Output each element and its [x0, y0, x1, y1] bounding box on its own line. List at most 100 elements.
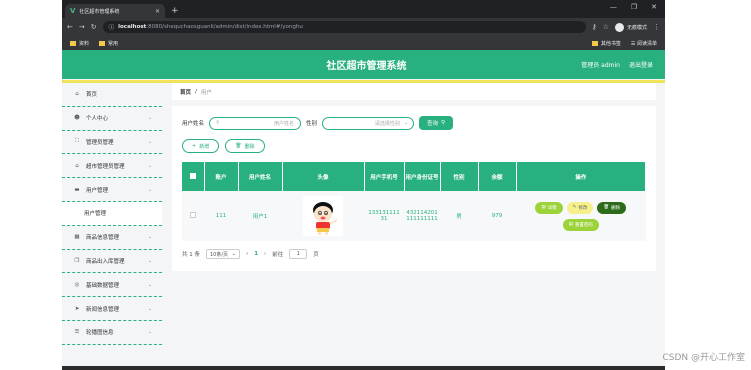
- prev-page-icon[interactable]: ‹: [246, 251, 248, 257]
- sidebar-item-label: 超市管理员管理: [86, 163, 125, 170]
- address-bar[interactable]: ⓘ localhost:8080/shequchaosguanli/admin/…: [102, 21, 586, 33]
- doc-icon: ▤: [568, 222, 573, 227]
- trash-icon: 🗑: [603, 205, 610, 210]
- app: 社区超市管理系统 管理员 admin 退出登录 ⌂ 首页 ☻ 个人中心 ⌄ ⛶ 管理员管理 ⌄…: [62, 50, 665, 366]
- bookmark-folder[interactable]: 常用: [99, 40, 118, 47]
- search-button[interactable]: 查询 ⚲: [419, 116, 454, 130]
- logout-link[interactable]: 退出登录: [629, 60, 653, 69]
- row-actions-top: ▤ 详情 ✎ 修改 🗑 删除: [535, 201, 627, 214]
- plus-icon: +: [192, 143, 197, 149]
- new-tab-icon[interactable]: +: [171, 4, 179, 18]
- star-icon[interactable]: ☆: [603, 23, 609, 31]
- name-filter-label: 用户姓名: [182, 121, 205, 127]
- search-icon: ⚲: [441, 120, 446, 126]
- sidebar-item[interactable]: ➤ 新闻信息管理 ⌄: [62, 297, 162, 321]
- doc-icon: ▤: [541, 205, 546, 210]
- select-all-checkbox[interactable]: [189, 172, 196, 179]
- cell-actions: ▤ 详情 ✎ 修改 🗑 删除 ▤ 重置密码: [516, 191, 646, 241]
- add-button[interactable]: + 新增: [182, 139, 220, 153]
- expand-icon: ⛶: [75, 138, 79, 145]
- reload-icon[interactable]: ↻: [91, 23, 97, 31]
- tab-bar: V 社区超市管理系统 ✕ + — ❐ ✕: [62, 0, 665, 18]
- bookmark-folder[interactable]: 资料: [70, 40, 89, 47]
- gender-filter-label: 性别: [306, 121, 318, 127]
- gender-select[interactable]: 请选择性别 ⌄: [322, 116, 415, 130]
- sidebar-item[interactable]: ◎ 基础数据管理 ⌄: [62, 273, 162, 298]
- pagination: 共 1 条 10条/页 ⌄ ‹ 1 › 前往 1 页: [182, 249, 646, 259]
- col-avatar: 头像: [282, 162, 365, 191]
- back-icon[interactable]: ←: [67, 23, 73, 31]
- sidebar-item[interactable]: ⌂ 首页: [62, 83, 162, 107]
- name-input[interactable]: ⚲ 用户姓名: [209, 116, 302, 130]
- sidebar-item[interactable]: ⛶ 管理员管理 ⌄: [62, 131, 162, 155]
- breadcrumb: 首页 / 用户: [172, 83, 656, 100]
- sidebar-item[interactable]: ☻ 个人中心 ⌄: [62, 107, 162, 131]
- forward-icon[interactable]: →: [79, 23, 85, 31]
- chevron-down-icon: ⌄: [147, 329, 152, 336]
- col-account: 账户: [204, 162, 239, 191]
- delete-button[interactable]: 🗑 删除: [225, 139, 265, 153]
- breadcrumb-home[interactable]: 首页: [180, 88, 191, 96]
- close-window-icon[interactable]: ✕: [651, 3, 657, 11]
- sidebar-item[interactable]: ▦ 商品信息管理 ⌄: [62, 226, 162, 250]
- detail-button[interactable]: ▤ 详情: [535, 201, 563, 214]
- sidebar-item-label: 轮播图信息: [86, 330, 114, 337]
- app-title: 社区超市管理系统: [326, 61, 407, 72]
- table-header-row: 账户 用户姓名 头像 用户手机号 用户身份证号 性别 余额 操作: [182, 162, 646, 191]
- chevron-down-icon: ⌄: [147, 305, 152, 312]
- reading-list[interactable]: ☰ 阅读清单: [631, 40, 657, 47]
- copy-icon: ❐: [74, 257, 80, 264]
- page-number[interactable]: 1: [254, 251, 258, 257]
- maximize-icon[interactable]: ❐: [631, 3, 637, 11]
- folder-icon: [70, 40, 76, 46]
- tab-title: 社区超市管理系统: [79, 8, 120, 15]
- col-name: 用户姓名: [238, 162, 283, 191]
- goto-input[interactable]: 1: [289, 249, 308, 259]
- sidebar-item-label: 管理员管理: [86, 139, 114, 146]
- page-size-select[interactable]: 10条/页 ⌄: [206, 249, 240, 259]
- monitor-icon: ▬: [74, 186, 80, 193]
- menu-icon[interactable]: ⋮: [653, 23, 660, 31]
- user-card: 用户姓名 ⚲ 用户姓名 性别 请选择性别 ⌄ 查询 ⚲ + 新增 🗑 删除 账户…: [172, 106, 656, 271]
- col-balance: 余额: [478, 162, 517, 191]
- row-delete-button[interactable]: 🗑 删除: [597, 201, 627, 214]
- sidebar-item[interactable]: ▬ 用户管理 ⌄: [62, 178, 162, 202]
- close-tab-icon[interactable]: ✕: [155, 8, 160, 15]
- watermark: CSDN @开心工作室: [662, 353, 745, 363]
- row-checkbox[interactable]: [190, 212, 196, 218]
- row-actions: ▤ 详情 ✎ 修改 🗑 删除 ▤ 重置密码: [516, 201, 646, 231]
- sliders-icon: ☰: [74, 329, 80, 336]
- sidebar-subitem[interactable]: 用户管理: [62, 201, 162, 226]
- name-placeholder: 用户姓名: [274, 120, 295, 127]
- sidebar-item[interactable]: ☰ 轮播图信息 ⌄: [62, 321, 162, 345]
- url-host: localhost: [118, 24, 147, 30]
- info-icon: ⓘ: [108, 25, 115, 31]
- profile-button[interactable]: 无痕模式: [614, 22, 647, 32]
- chevron-down-icon: ⌄: [147, 186, 152, 193]
- app-header: 社区超市管理系统 管理员 admin 退出登录: [62, 50, 665, 79]
- grid-icon: ▦: [74, 234, 80, 241]
- main-content: 首页 / 用户 用户姓名 ⚲ 用户姓名 性别 请选择性别 ⌄ 查询 ⚲ + 新增…: [172, 83, 656, 271]
- bookmarks-bar: 资料 常用 其他书签 ☰ 阅读清单: [62, 36, 665, 50]
- sidebar-item[interactable]: ❐ 商品出入库管理 ⌄: [62, 250, 162, 274]
- browser-tab[interactable]: V 社区超市管理系统 ✕: [65, 4, 165, 18]
- pencil-icon: ✎: [572, 205, 577, 210]
- home-icon: ⌂: [75, 91, 79, 98]
- reset-password-button[interactable]: ▤ 重置密码: [562, 218, 599, 231]
- sidebar-item-label: 个人中心: [86, 116, 109, 123]
- key-icon[interactable]: ⚷: [592, 23, 597, 31]
- cell-name: 用户1: [238, 191, 282, 241]
- other-bookmarks[interactable]: 其他书签: [591, 40, 621, 47]
- person-icon: ☻: [74, 115, 80, 122]
- sidebar-item-label: 基础数据管理: [86, 282, 120, 289]
- user-table: 账户 用户姓名 头像 用户手机号 用户身份证号 性别 余额 操作 111 用户1…: [182, 162, 646, 241]
- col-actions: 操作: [516, 162, 646, 191]
- sidebar-item[interactable]: ⌂ 超市管理员管理 ⌄: [62, 154, 162, 179]
- next-page-icon[interactable]: ›: [264, 251, 266, 257]
- edit-button[interactable]: ✎ 修改: [566, 201, 594, 214]
- trash-icon: 🗑: [235, 143, 242, 149]
- search-icon: ⚲: [216, 120, 220, 126]
- minimize-icon[interactable]: —: [610, 3, 617, 11]
- page-unit: 页: [313, 252, 319, 258]
- row-select-cell: [182, 191, 204, 241]
